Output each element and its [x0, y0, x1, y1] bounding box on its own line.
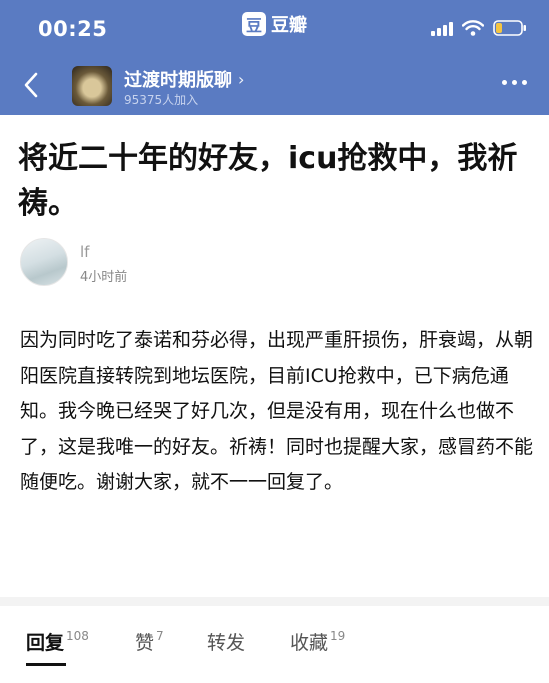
group-avatar[interactable] — [72, 66, 112, 106]
tab-replies[interactable]: 回复 108 — [26, 628, 89, 655]
top-header: 00:25 豆 豆瓣 过渡时期版聊 › 95375人加入 — [0, 0, 549, 115]
app-badge: 豆 豆瓣 — [242, 11, 307, 37]
tab-count: 7 — [156, 629, 164, 643]
more-button[interactable] — [502, 80, 527, 85]
tab-count: 108 — [66, 629, 89, 643]
more-dots-icon — [502, 80, 507, 85]
group-title: 过渡时期版聊 — [124, 70, 232, 91]
status-time: 00:25 — [38, 17, 108, 41]
status-icons — [431, 20, 527, 36]
tab-label: 收藏 — [290, 632, 329, 654]
author-avatar[interactable] — [20, 238, 68, 286]
group-title-link[interactable]: 过渡时期版聊 › — [124, 66, 244, 92]
post-title: 将近二十年的好友，icu抢救中，我祈祷。 — [18, 141, 518, 221]
tab-collect[interactable]: 收藏 19 — [290, 628, 345, 655]
signal-icon — [431, 21, 453, 36]
wifi-icon — [462, 20, 484, 36]
tab-reshare[interactable]: 转发 — [207, 628, 247, 655]
chevron-left-icon — [24, 72, 38, 98]
douban-logo-icon: 豆 — [242, 12, 266, 36]
back-button[interactable] — [18, 70, 44, 100]
group-members-count: 95375人加入 — [124, 93, 199, 107]
chevron-right-icon: › — [238, 69, 245, 89]
author-name[interactable]: lf — [80, 243, 89, 261]
tab-label: 赞 — [135, 632, 155, 654]
post-time: 4小时前 — [80, 270, 128, 285]
battery-icon — [493, 20, 527, 36]
tab-count: 19 — [330, 629, 346, 643]
status-bar: 00:25 豆 豆瓣 — [0, 0, 549, 58]
nav-bar: 过渡时期版聊 › 95375人加入 — [0, 58, 549, 115]
post-body: 因为同时吃了泰诺和芬必得，出现严重肝损伤，肝衰竭，从朝阳医院直接转院到地坛医院，… — [20, 329, 534, 493]
tab-label: 回复 — [26, 632, 65, 654]
tab-likes[interactable]: 赞 7 — [135, 628, 164, 655]
section-divider — [0, 597, 549, 606]
active-tab-indicator — [26, 663, 66, 666]
action-tabs: 回复 108 赞 7 转发 收藏 19 — [0, 606, 549, 683]
app-name: 豆瓣 — [271, 15, 307, 36]
tab-label: 转发 — [207, 632, 246, 654]
